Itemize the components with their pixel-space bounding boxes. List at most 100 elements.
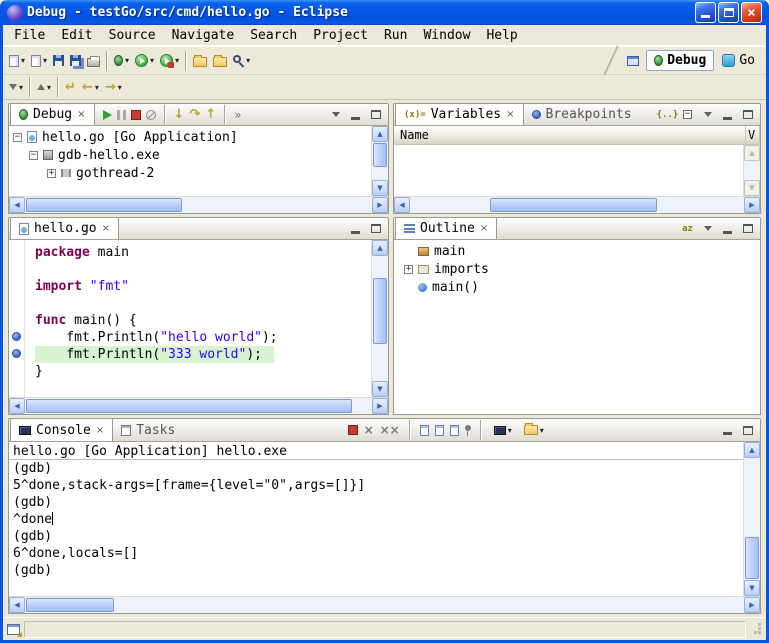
scroll-right-icon[interactable]: ▶: [372, 398, 388, 414]
scroll-track[interactable]: [372, 256, 388, 381]
tree-row[interactable]: − hello.go [Go Application]: [9, 128, 371, 146]
close-tab-icon[interactable]: ×: [96, 425, 104, 436]
toolbar-overflow-chevron[interactable]: »: [234, 108, 241, 122]
step-over-button[interactable]: ↷: [189, 107, 200, 122]
tree-row[interactable]: − gdb-hello.exe: [9, 146, 371, 164]
maximize-view-button[interactable]: [368, 107, 383, 122]
remove-all-launches-button[interactable]: ××: [380, 424, 400, 436]
scrollbar-thumb[interactable]: [26, 399, 352, 413]
disconnect-button[interactable]: [146, 110, 156, 120]
maximize-view-button[interactable]: [368, 221, 383, 236]
column-name[interactable]: Name: [394, 126, 746, 144]
maximize-view-button[interactable]: [740, 107, 755, 122]
debug-vertical-scrollbar[interactable]: ▲ ▼: [371, 126, 388, 196]
maximize-view-button[interactable]: [740, 423, 755, 438]
console-horizontal-scrollbar[interactable]: ◀ ▶: [9, 596, 760, 613]
open-folder-button[interactable]: [190, 50, 210, 72]
menu-run[interactable]: Run: [376, 26, 415, 45]
menu-edit[interactable]: Edit: [53, 26, 100, 45]
close-tab-icon[interactable]: ×: [506, 109, 514, 120]
forward-button[interactable]: →▾: [102, 76, 125, 98]
scroll-right-icon[interactable]: ▶: [744, 197, 760, 213]
next-annotation-button[interactable]: ▾: [6, 76, 26, 98]
editor-horizontal-scrollbar[interactable]: ◀ ▶: [9, 397, 388, 414]
debug-button[interactable]: ▾: [111, 50, 132, 72]
collapse-all-button[interactable]: −: [680, 107, 695, 122]
collapse-expander-icon[interactable]: −: [13, 133, 22, 142]
tab-debug[interactable]: Debug ×: [10, 104, 95, 125]
scrollbar-thumb[interactable]: [26, 198, 182, 212]
maximize-button[interactable]: [718, 2, 739, 23]
menu-project[interactable]: Project: [305, 26, 376, 45]
menu-search[interactable]: Search: [242, 26, 305, 45]
scroll-right-icon[interactable]: ▶: [372, 197, 388, 213]
scroll-down-icon[interactable]: ▼: [372, 381, 388, 397]
back-button[interactable]: ←▾: [79, 76, 102, 98]
outline-item-imports[interactable]: + imports: [394, 260, 760, 278]
scroll-track[interactable]: [25, 597, 744, 613]
last-edit-location-button[interactable]: ↵: [62, 76, 79, 98]
view-menu-button[interactable]: [700, 107, 715, 122]
editor-vertical-scrollbar[interactable]: ▲ ▼: [371, 240, 388, 397]
tab-breakpoints[interactable]: Breakpoints: [524, 104, 640, 125]
scroll-track[interactable]: [25, 398, 372, 414]
external-tools-button[interactable]: ▾: [157, 50, 182, 72]
print-button[interactable]: [84, 50, 103, 72]
resize-grip[interactable]: [750, 623, 762, 635]
step-into-button[interactable]: ↓: [174, 107, 185, 122]
terminate-button[interactable]: [348, 425, 358, 435]
menu-source[interactable]: Source: [101, 26, 164, 45]
view-menu-button[interactable]: [328, 107, 343, 122]
debug-launch-tree[interactable]: − hello.go [Go Application] − gdb-hello.…: [9, 126, 371, 196]
save-all-button[interactable]: [67, 50, 84, 72]
code-area[interactable]: package main import "fmt" func main() { …: [25, 240, 371, 397]
search-button[interactable]: ▾: [230, 50, 253, 72]
resume-button[interactable]: [103, 110, 112, 120]
scroll-track[interactable]: [410, 197, 744, 213]
open-resource-button[interactable]: [210, 50, 230, 72]
close-tab-icon[interactable]: ×: [480, 223, 488, 234]
tab-console[interactable]: Console ×: [10, 419, 113, 441]
suspend-button[interactable]: [117, 110, 126, 120]
tab-variables[interactable]: (x)= Variables ×: [395, 104, 524, 125]
debug-perspective-button[interactable]: Debug: [646, 50, 714, 71]
scroll-down-icon[interactable]: ▼: [744, 580, 760, 596]
scroll-track[interactable]: [372, 142, 388, 180]
menu-help[interactable]: Help: [478, 26, 525, 45]
tab-tasks[interactable]: Tasks: [113, 419, 183, 441]
scrollbar-thumb[interactable]: [26, 598, 114, 612]
debug-horizontal-scrollbar[interactable]: ◀ ▶: [9, 196, 388, 213]
scroll-left-icon[interactable]: ◀: [9, 398, 25, 414]
editor-gutter[interactable]: [9, 240, 25, 397]
variables-horizontal-scrollbar[interactable]: ◀ ▶: [394, 196, 760, 213]
scrollbar-thumb[interactable]: [490, 198, 657, 212]
step-return-button[interactable]: ↑: [205, 107, 216, 122]
scrollbar-thumb[interactable]: [373, 143, 387, 167]
scroll-track[interactable]: [744, 458, 760, 580]
scroll-left-icon[interactable]: ◀: [9, 197, 25, 213]
tab-hello-go[interactable]: hello.go ×: [10, 218, 119, 239]
close-button[interactable]: ×: [741, 2, 762, 23]
minimize-view-button[interactable]: [348, 107, 363, 122]
show-stderr-button[interactable]: [450, 425, 459, 436]
view-menu-button[interactable]: [700, 221, 715, 236]
breakpoint-icon[interactable]: [12, 349, 21, 358]
scroll-lock-button[interactable]: [420, 425, 429, 436]
menu-navigate[interactable]: Navigate: [164, 26, 243, 45]
collapse-expander-icon[interactable]: −: [29, 151, 38, 160]
collapse-expander-icon[interactable]: +: [47, 169, 56, 178]
show-stdout-button[interactable]: [435, 425, 444, 436]
scrollbar-thumb[interactable]: [745, 537, 759, 579]
open-perspective-button[interactable]: [624, 50, 642, 72]
sort-button[interactable]: az: [680, 221, 695, 236]
outline-tree[interactable]: main + imports main(): [394, 240, 760, 414]
scroll-down-icon[interactable]: ▼: [372, 180, 388, 196]
go-perspective-button[interactable]: Go: [718, 51, 759, 70]
scroll-up-icon[interactable]: ▲: [372, 240, 388, 256]
fast-view-icon[interactable]: [7, 624, 20, 635]
open-console-button[interactable]: ▾: [521, 419, 547, 441]
column-value[interactable]: V: [746, 126, 760, 144]
scroll-left-icon[interactable]: ◀: [9, 597, 25, 613]
save-button[interactable]: [50, 50, 67, 72]
menu-window[interactable]: Window: [415, 26, 478, 45]
